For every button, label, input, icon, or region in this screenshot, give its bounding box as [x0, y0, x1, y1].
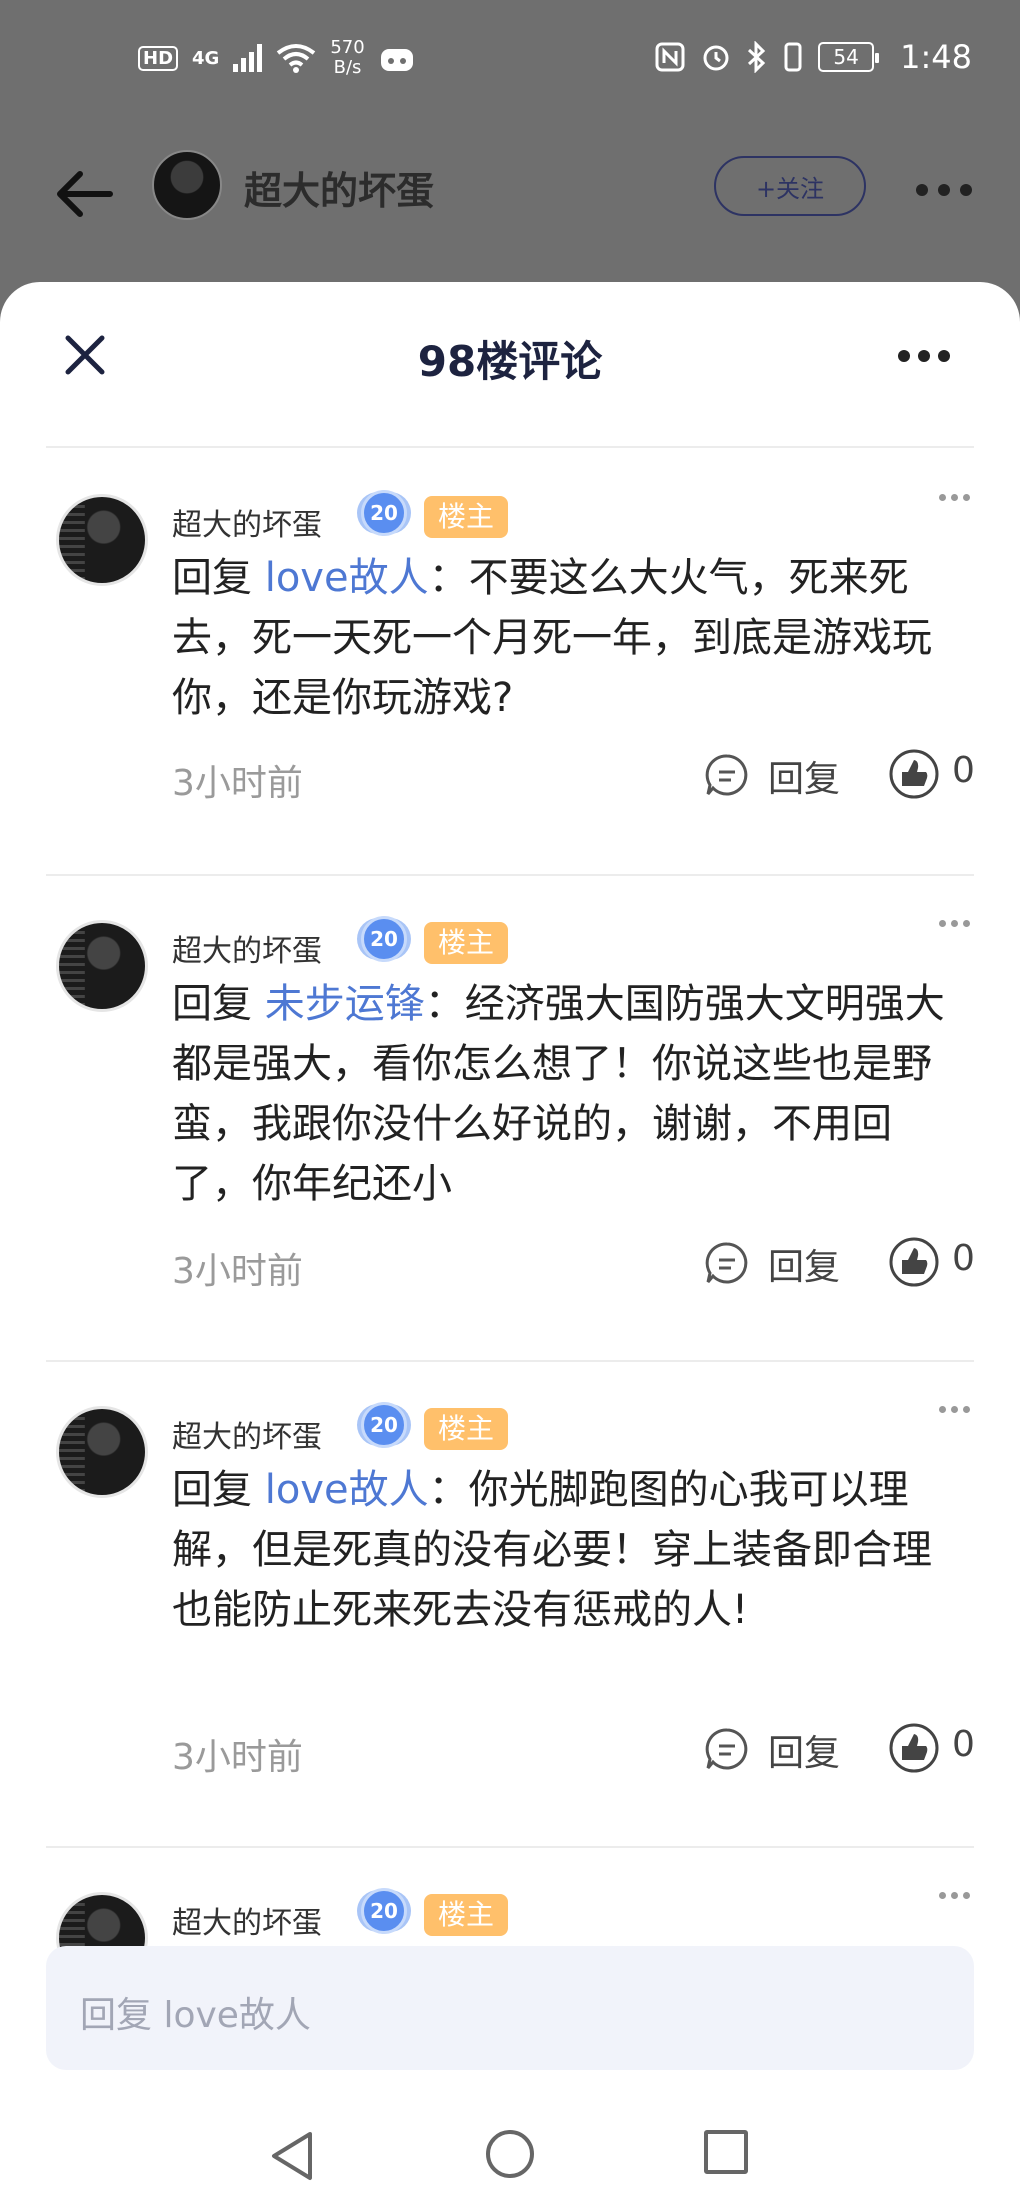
divider: [46, 1846, 974, 1848]
comment-username[interactable]: 超大的坏蛋: [172, 1412, 322, 1456]
reply-icon[interactable]: [704, 1240, 750, 1286]
reply-icon[interactable]: [704, 752, 750, 798]
level-badge: 20: [356, 1402, 412, 1452]
author-badge: 楼主: [424, 922, 509, 964]
reply-button[interactable]: 回复: [768, 1238, 840, 1290]
network-speed: 570 B/s: [330, 37, 365, 78]
battery-indicator: 54: [818, 42, 880, 72]
level-badge: 20: [356, 1888, 412, 1938]
divider: [46, 1360, 974, 1362]
network-type: 4G: [192, 47, 220, 69]
divider: [46, 446, 974, 448]
like-icon[interactable]: [888, 1722, 940, 1774]
comment-sheet: 98楼评论 超大的坏蛋 20 楼主 回复 love故人：不要这么大火气，死来死去…: [0, 282, 1020, 2210]
bluetooth-icon: [748, 41, 766, 73]
nav-back-icon[interactable]: [268, 2130, 316, 2182]
clock: 1:48: [900, 38, 972, 76]
reply-button[interactable]: 回复: [768, 750, 840, 802]
author-badge: 楼主: [424, 1408, 509, 1450]
comment-text: 回复 未步运锋：经济强大国防强大文明强大都是强大，看你怎么想了！你说这些也是野蛮…: [172, 981, 945, 1207]
comment-time: 3小时前: [172, 1737, 303, 1778]
avatar[interactable]: [56, 494, 148, 586]
back-arrow-icon[interactable]: [50, 160, 118, 228]
comment-more-icon[interactable]: [939, 1406, 970, 1413]
reply-input-placeholder: 回复 love故人: [80, 1995, 311, 2036]
like-count: 0: [952, 1238, 975, 1279]
author-badge: 楼主: [424, 1894, 509, 1936]
wifi-icon: [277, 44, 316, 73]
level-badge: 20: [356, 916, 412, 966]
signal-icon: [233, 44, 263, 72]
comment-more-icon[interactable]: [939, 920, 970, 927]
comment-username[interactable]: 超大的坏蛋: [172, 500, 322, 544]
comment-username[interactable]: 超大的坏蛋: [172, 926, 322, 970]
sheet-more-icon[interactable]: [898, 350, 950, 362]
like-count: 0: [952, 1724, 975, 1765]
divider: [46, 874, 974, 876]
comment-text: 回复 love故人：不要这么大火气，死来死去，死一天死一个月死一年，到底是游戏玩…: [172, 555, 932, 721]
avatar[interactable]: [56, 1406, 148, 1498]
status-bar: HD 4G 570 B/s 54 1:48: [0, 0, 1020, 120]
like-count: 0: [952, 750, 975, 791]
avatar[interactable]: [56, 920, 148, 1012]
comment-more-icon[interactable]: [939, 494, 970, 501]
system-navigation-bar: [0, 2090, 1020, 2210]
author-avatar[interactable]: [152, 150, 222, 220]
app-notification-icon: [380, 49, 413, 71]
reply-target-link[interactable]: love故人: [265, 555, 429, 601]
hd-indicator: HD: [138, 45, 179, 71]
alarm-icon: [703, 45, 729, 71]
comment-username[interactable]: 超大的坏蛋: [172, 1898, 322, 1942]
like-icon[interactable]: [888, 1236, 940, 1288]
reply-target-link[interactable]: 未步运锋: [265, 981, 425, 1027]
vibrate-icon: [784, 42, 802, 72]
comment-time: 3小时前: [172, 1251, 303, 1292]
reply-input[interactable]: 回复 love故人: [46, 1946, 974, 2070]
comment-text: 回复 love故人：你光脚跑图的心我可以理解，但是死真的没有必要！穿上装备即合理…: [172, 1467, 932, 1633]
author-name[interactable]: 超大的坏蛋: [244, 160, 434, 215]
comment-more-icon[interactable]: [939, 1892, 970, 1899]
reply-icon[interactable]: [704, 1726, 750, 1772]
level-badge: 20: [356, 490, 412, 540]
nfc-icon: [655, 42, 685, 72]
nav-home-icon[interactable]: [486, 2130, 534, 2178]
follow-button[interactable]: +关注: [714, 156, 866, 216]
reply-button[interactable]: 回复: [768, 1724, 840, 1776]
reply-target-link[interactable]: love故人: [265, 1467, 429, 1513]
post-header: 超大的坏蛋 +关注: [0, 120, 1020, 280]
comment-time: 3小时前: [172, 763, 303, 804]
sheet-title: 98楼评论: [417, 337, 603, 386]
author-badge: 楼主: [424, 496, 509, 538]
more-options-icon[interactable]: [916, 184, 972, 196]
nav-recents-icon[interactable]: [704, 2130, 748, 2174]
like-icon[interactable]: [888, 748, 940, 800]
